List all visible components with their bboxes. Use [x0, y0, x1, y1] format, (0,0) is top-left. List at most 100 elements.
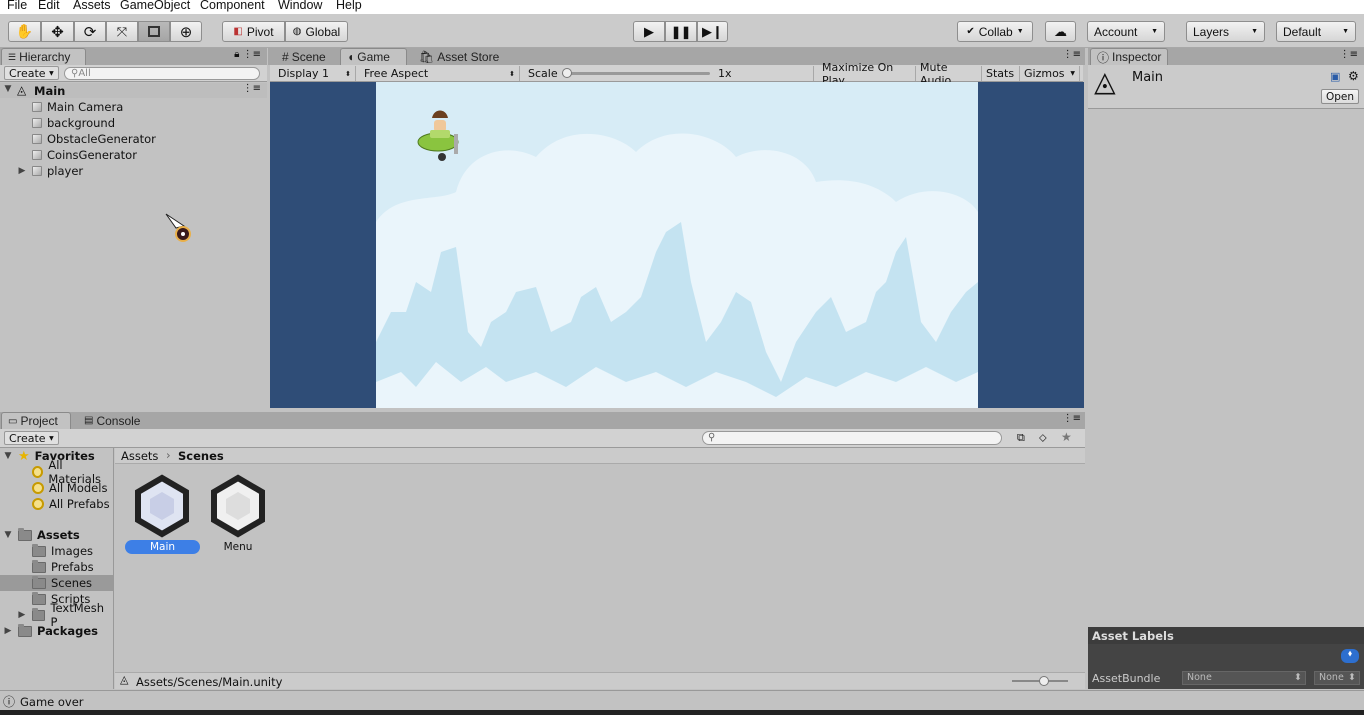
open-button[interactable]: Open [1321, 89, 1359, 104]
maximize-on-play-toggle[interactable]: Maximize On Play [818, 61, 916, 87]
assetbundle-dropdown[interactable]: None ⬍ [1182, 671, 1306, 685]
collab-dropdown[interactable]: ✔ Collab ▼ [957, 21, 1033, 42]
filter-label-icon[interactable]: ⬦ [1039, 431, 1047, 445]
scale-tool-button[interactable]: ⤧ [106, 21, 138, 42]
panel-menu-icon[interactable]: ⋮≡ [1063, 413, 1081, 424]
tab-console[interactable]: ▤ Console [78, 412, 146, 429]
scale-slider[interactable] [562, 72, 710, 75]
tab-scene[interactable]: # Scene [276, 48, 332, 65]
create-label: Create [9, 66, 46, 80]
chevron-right-icon: › [166, 448, 171, 462]
breadcrumb-assets[interactable]: Assets [121, 449, 158, 463]
cloud-button[interactable]: ☁ [1045, 21, 1076, 42]
project-search-input[interactable]: ⚲ [702, 431, 1002, 445]
help-book-icon[interactable]: ▣ [1330, 70, 1340, 83]
tab-asset-store[interactable]: 🛍︎ Asset Store [413, 48, 505, 65]
mute-audio-toggle[interactable]: Mute Audio [916, 61, 982, 87]
collapse-triangle-icon[interactable]: ▼ [3, 451, 13, 461]
star-icon[interactable]: ★ [1061, 430, 1072, 444]
aspect-dropdown[interactable]: Free Aspect ⬍ [360, 66, 520, 81]
variant-dropdown[interactable]: None ⬍ [1314, 671, 1360, 685]
gizmos-dropdown[interactable]: Gizmos ▼ [1020, 66, 1080, 81]
collapse-triangle-icon[interactable]: ▼ [3, 84, 13, 94]
hierarchy-item[interactable]: CoinsGenerator [32, 147, 137, 163]
favorite-item[interactable]: All Materials [32, 458, 113, 486]
layout-dropdown[interactable]: Default ▼ [1276, 21, 1356, 42]
tab-asset-store-label: Asset Store [437, 49, 500, 64]
asset-file-menu[interactable]: Menu [200, 474, 276, 554]
gear-icon[interactable]: ⚙ [1348, 69, 1359, 83]
pivot-toggle[interactable]: ◧ Pivot [222, 21, 285, 42]
menu-help[interactable]: Help [336, 0, 362, 12]
tab-game[interactable]: ◖ Game [340, 48, 407, 65]
global-toggle[interactable]: ◍ Global [285, 21, 348, 42]
tab-project[interactable]: ▭ Project [1, 412, 71, 429]
updown-arrow-icon: ⬍ [1348, 672, 1356, 683]
display-dropdown[interactable]: Display 1 ⬍ [274, 66, 356, 81]
hierarchy-item[interactable]: Main Camera [32, 99, 123, 115]
hierarchy-create-button[interactable]: Create ▼ [4, 66, 59, 80]
folder-label: Prefabs [51, 560, 94, 574]
assets-header[interactable]: ▼ Assets [3, 527, 80, 543]
panel-menu-icon[interactable]: ⋮≡ [1340, 49, 1358, 60]
stats-toggle[interactable]: Stats [982, 66, 1020, 81]
favorite-item[interactable]: All Models [32, 480, 107, 496]
menu-file[interactable]: File [7, 0, 27, 12]
hierarchy-item[interactable]: ▶ player [17, 163, 84, 179]
packages-header[interactable]: ▶ Packages [3, 623, 98, 639]
scale-icon: ⤧ [116, 23, 128, 39]
scene-menu-icon[interactable]: ⋮≡ [243, 83, 261, 94]
tab-hierarchy[interactable]: ☰ Hierarchy [1, 48, 86, 65]
pause-button[interactable]: ❚❚ [665, 21, 697, 42]
project-create-button[interactable]: Create ▼ [4, 431, 59, 445]
taskbar-edge [0, 710, 1364, 715]
transform-tool-button[interactable]: ⊕ [170, 21, 202, 42]
filter-type-icon[interactable]: ⧉ [1017, 431, 1025, 445]
scene-header-row[interactable]: ▼ ◬ Main ⋮≡ [0, 83, 267, 98]
expand-triangle-icon[interactable]: ▶ [17, 166, 27, 176]
asset-file-label: Main [125, 540, 200, 554]
scale-slider-thumb[interactable] [562, 68, 572, 78]
menu-gameobject[interactable]: GameObject [120, 0, 190, 12]
rect-tool-button[interactable] [138, 21, 170, 42]
status-message[interactable]: Game over [20, 695, 84, 709]
folder-item[interactable]: Prefabs [32, 559, 94, 575]
play-button[interactable]: ▶ [633, 21, 665, 42]
asset-file-main[interactable]: Main [124, 474, 200, 554]
expand-triangle-icon[interactable]: ▶ [17, 610, 27, 620]
panel-menu-icon[interactable]: 🔒︎ ⋮≡ [234, 49, 261, 60]
hierarchy-item[interactable]: ObstacleGenerator [32, 131, 156, 147]
rotate-tool-button[interactable]: ⟳ [74, 21, 106, 42]
favorite-label: All Prefabs [49, 497, 110, 511]
breadcrumb-scenes[interactable]: Scenes [178, 449, 224, 463]
menu-component[interactable]: Component [200, 0, 265, 12]
tab-inspector[interactable]: ⓘ Inspector [1090, 48, 1168, 65]
gizmos-label: Gizmos [1024, 67, 1065, 80]
menu-edit[interactable]: Edit [38, 0, 60, 12]
menu-assets[interactable]: Assets [73, 0, 111, 12]
folder-item[interactable]: ▶ TextMesh P [17, 601, 113, 629]
hand-tool-button[interactable]: ✋ [8, 21, 41, 42]
unity-scene-icon: ◬ [120, 673, 129, 686]
display-label: Display 1 [278, 67, 330, 80]
assetbundle-value: None [1187, 672, 1212, 683]
move-tool-button[interactable]: ✥ [41, 21, 74, 42]
menu-window[interactable]: Window [278, 0, 322, 12]
game-viewport[interactable] [270, 82, 1084, 408]
folder-item[interactable]: Scenes [32, 575, 92, 591]
dropdown-arrow-icon: ▼ [49, 434, 54, 442]
store-icon: 🛍︎ [419, 49, 435, 64]
tag-icon[interactable]: ⬧ [1341, 649, 1359, 663]
icon-size-slider-thumb[interactable] [1039, 676, 1049, 686]
collapse-triangle-icon[interactable]: ▼ [3, 530, 13, 540]
hierarchy-item[interactable]: background [32, 115, 115, 131]
favorite-item[interactable]: All Prefabs [32, 496, 110, 512]
expand-triangle-icon[interactable]: ▶ [3, 626, 13, 636]
layers-dropdown[interactable]: Layers ▼ [1186, 21, 1265, 42]
account-dropdown[interactable]: Account ▼ [1087, 21, 1165, 42]
step-button[interactable]: ▶❙ [697, 21, 728, 42]
folder-item[interactable]: Images [32, 543, 93, 559]
panel-menu-icon[interactable]: ⋮≡ [1063, 49, 1081, 60]
hierarchy-search-input[interactable]: ⚲All [64, 67, 260, 80]
gameobject-icon [32, 150, 42, 160]
